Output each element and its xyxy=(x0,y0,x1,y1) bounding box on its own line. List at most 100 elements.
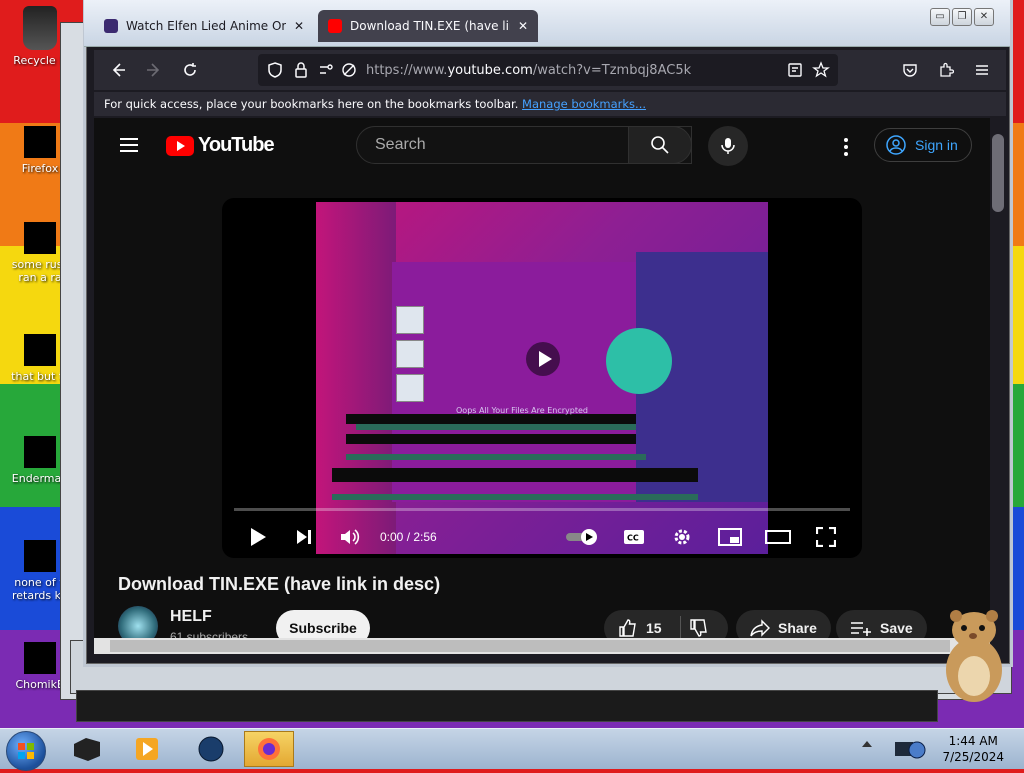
svg-text:CC: CC xyxy=(627,534,639,543)
sign-in-label: Sign in xyxy=(915,137,958,153)
puzzle-icon xyxy=(940,62,954,77)
black-box-icon xyxy=(74,738,100,761)
firefox-icon xyxy=(258,738,280,760)
media-player-icon xyxy=(136,738,158,760)
save-button[interactable]: Save xyxy=(836,610,927,638)
tab-youtube[interactable]: Download TIN.EXE (have link in ✕ xyxy=(318,10,538,42)
mute-button[interactable] xyxy=(336,522,364,552)
voice-search-button[interactable] xyxy=(708,126,748,166)
next-button[interactable] xyxy=(290,522,318,552)
tab-title: Watch Elfen Lied Anime Online xyxy=(126,19,286,33)
progress-bar[interactable] xyxy=(234,508,850,511)
horizontal-scrollbar[interactable] xyxy=(94,638,990,654)
file-icon xyxy=(24,334,56,366)
settings-button[interactable] xyxy=(668,522,696,552)
channel-avatar[interactable] xyxy=(118,606,158,638)
trash-icon xyxy=(23,6,57,50)
player-controls: 0:00 / 2:56 CC xyxy=(222,516,862,558)
channel-name[interactable]: HELF xyxy=(170,608,212,626)
thumbs-down-icon[interactable] xyxy=(689,618,709,638)
settings-kebab-icon[interactable] xyxy=(844,138,848,159)
fullscreen-button[interactable] xyxy=(812,522,840,552)
url-text[interactable]: https://www.youtube.com/watch?v=Tzmbqj8A… xyxy=(366,63,691,78)
youtube-favicon-icon xyxy=(328,19,342,33)
subscribe-button[interactable]: Subscribe xyxy=(276,610,370,638)
thumbs-up-icon[interactable] xyxy=(618,618,638,638)
tab-title: Download TIN.EXE (have link in xyxy=(350,19,510,33)
lock-icon[interactable] xyxy=(292,61,310,79)
window-ghost-trail xyxy=(76,690,938,722)
subtitles-button[interactable]: CC xyxy=(620,522,648,552)
manage-bookmarks-link[interactable]: Manage bookmarks... xyxy=(522,97,646,111)
youtube-logo[interactable]: YouTube xyxy=(166,134,275,157)
window-controls: ▭ ❐ ✕ xyxy=(930,8,994,26)
hamster-mascot-image xyxy=(946,610,1002,702)
globe-icon xyxy=(198,736,224,762)
extensions-button[interactable] xyxy=(930,54,962,86)
youtube-wordmark: YouTube xyxy=(198,134,275,156)
guide-menu-button[interactable] xyxy=(120,138,138,152)
pocket-icon xyxy=(903,64,917,77)
bookmarks-toolbar: For quick access, place your bookmarks h… xyxy=(94,92,1006,116)
arrow-right-icon xyxy=(147,63,160,77)
search-button[interactable] xyxy=(628,126,692,164)
bookmark-star-icon[interactable] xyxy=(812,61,830,79)
search-icon xyxy=(651,136,669,154)
like-count[interactable]: 15 xyxy=(646,620,662,636)
back-button[interactable] xyxy=(102,54,134,86)
autoplay-toggle-icon xyxy=(566,529,597,545)
fullscreen-icon xyxy=(816,527,836,547)
taskbar-globe[interactable] xyxy=(186,731,236,767)
video-overlay-text: Oops All Your Files Are Encrypted xyxy=(456,406,588,415)
taskbar-media-player[interactable] xyxy=(122,731,172,767)
tab-elfen-lied[interactable]: Watch Elfen Lied Anime Online ✕ xyxy=(94,10,314,42)
reader-view-icon[interactable] xyxy=(786,61,804,79)
time-display: 0:00 / 2:56 xyxy=(380,530,437,544)
closed-captions-icon: CC xyxy=(624,530,644,544)
minimize-button[interactable]: ▭ xyxy=(930,8,950,26)
autoplay-blocked-icon[interactable] xyxy=(340,61,358,79)
url-bar[interactable]: https://www.youtube.com/watch?v=Tzmbqj8A… xyxy=(258,54,838,86)
miniplayer-button[interactable] xyxy=(716,522,744,552)
autoplay-toggle[interactable] xyxy=(564,522,600,552)
tab-close-icon[interactable]: ✕ xyxy=(294,19,304,33)
sign-in-button[interactable]: Sign in xyxy=(874,128,972,162)
file-icon xyxy=(24,540,56,572)
reload-button[interactable] xyxy=(174,54,206,86)
maximize-button[interactable]: ❐ xyxy=(952,8,972,26)
play-button[interactable] xyxy=(244,522,272,552)
start-button[interactable] xyxy=(6,731,46,771)
taskbar-explorer[interactable] xyxy=(62,731,112,767)
application-icon xyxy=(24,436,56,468)
pocket-button[interactable] xyxy=(894,54,926,86)
forward-button[interactable] xyxy=(138,54,170,86)
windows-logo-icon xyxy=(18,743,34,759)
bookmarks-hint-text: For quick access, place your bookmarks h… xyxy=(104,97,519,111)
theater-mode-icon xyxy=(765,530,791,544)
share-button[interactable]: Share xyxy=(736,610,831,638)
video-player[interactable]: Oops All Your Files Are Encrypted 0:00 /… xyxy=(222,198,862,558)
search-input[interactable] xyxy=(373,135,637,155)
close-window-button[interactable]: ✕ xyxy=(974,8,994,26)
hamster-icon xyxy=(24,642,56,674)
show-hidden-icons-icon[interactable] xyxy=(862,741,872,747)
tab-favicon-icon xyxy=(104,19,118,33)
permissions-icon[interactable] xyxy=(318,61,336,79)
vertical-scrollbar[interactable] xyxy=(990,118,1006,638)
padlock-icon xyxy=(606,328,672,394)
tab-strip: Watch Elfen Lied Anime Online ✕ Download… xyxy=(94,10,538,44)
system-clock[interactable]: 1:44 AM 7/25/2024 xyxy=(942,733,1004,765)
subscriber-count: 61 subscribers xyxy=(170,630,249,638)
theater-mode-button[interactable] xyxy=(764,522,792,552)
shield-icon[interactable] xyxy=(266,61,284,79)
tab-close-icon[interactable]: ✕ xyxy=(518,19,528,33)
tray-network[interactable] xyxy=(886,731,934,767)
reload-icon xyxy=(184,63,196,76)
app-menu-button[interactable] xyxy=(966,54,998,86)
taskbar-firefox[interactable] xyxy=(244,731,294,767)
share-label: Share xyxy=(778,620,817,636)
volume-icon xyxy=(341,529,360,545)
account-circle-icon xyxy=(886,135,906,155)
large-play-icon[interactable] xyxy=(526,342,560,376)
file-icon xyxy=(24,222,56,254)
